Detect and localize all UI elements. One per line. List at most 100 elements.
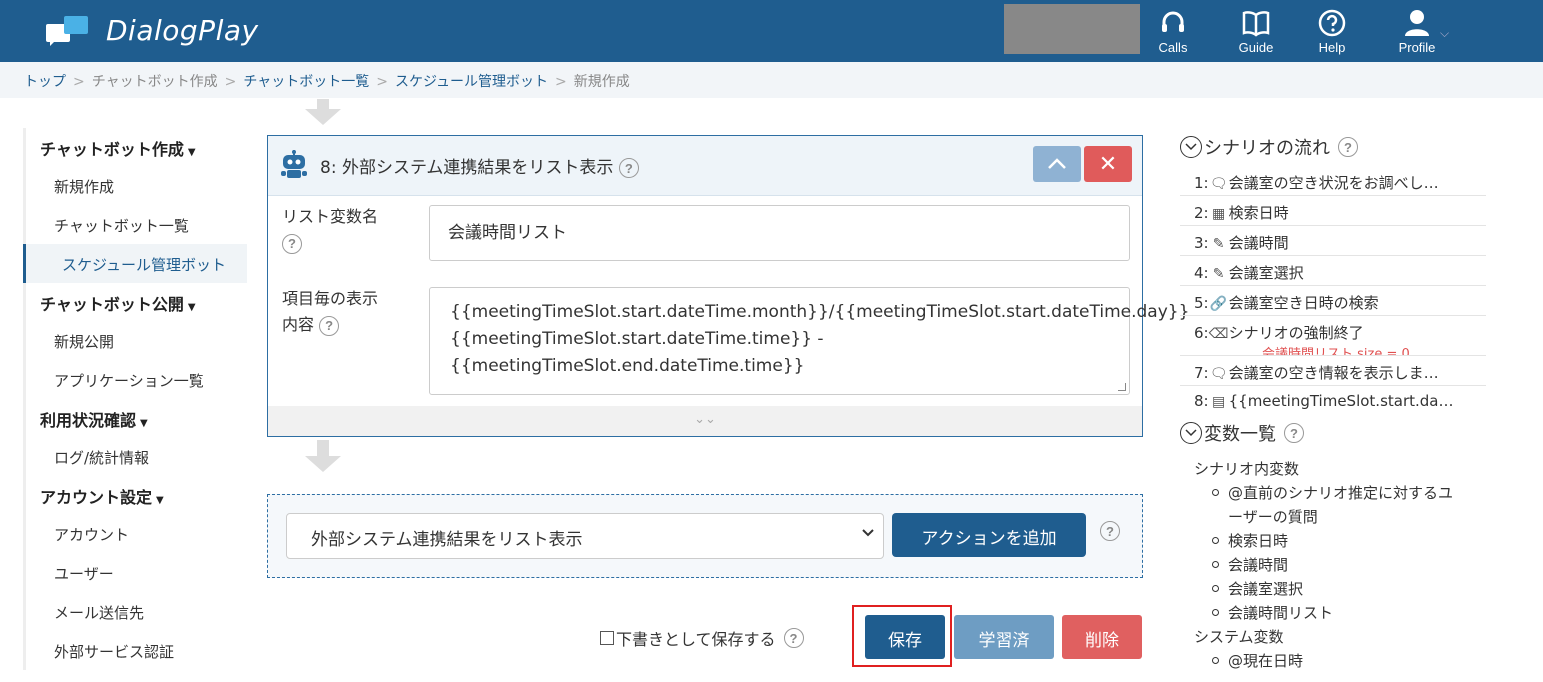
- calendar-icon: ▦: [1211, 206, 1226, 222]
- action-card-title: 8: 外部システム連携結果をリスト表示 ?: [320, 153, 639, 178]
- list-item[interactable]: 4: ✎ 会議室選択: [1180, 256, 1486, 286]
- help-icon[interactable]: ?: [618, 158, 639, 178]
- display-content-label: 項目毎の表示 内容 ?: [282, 289, 379, 336]
- scenario-flow-title[interactable]: シナリオの流れ ?: [1180, 132, 1490, 162]
- help-icon[interactable]: ?: [783, 628, 804, 648]
- add-action-button[interactable]: アクションを追加: [892, 513, 1086, 557]
- sidebar-item-mail[interactable]: メール送信先: [23, 592, 247, 631]
- choice-icon: ✎: [1212, 266, 1225, 282]
- sidebar-item-chatbot-list[interactable]: チャットボット一覧: [23, 205, 247, 244]
- list-item[interactable]: 1:🗨会議室の空き状況をお調べし…: [1180, 166, 1486, 196]
- chevron-up-icon: [1048, 158, 1066, 169]
- variables-list: シナリオ内変数 @直前のシナリオ推定に対するユ ーザーの質問 検索日時 会議時間…: [1180, 458, 1490, 674]
- sidebar-item-external-auth[interactable]: 外部サービス認証: [23, 631, 247, 670]
- chevron-down-icon: [861, 526, 875, 542]
- move-up-button[interactable]: [1033, 146, 1081, 182]
- sidebar-item-logs[interactable]: ログ/統計情報: [23, 437, 247, 476]
- list-item: 会議時間リスト: [1180, 602, 1490, 626]
- right-panel: シナリオの流れ ? 1:🗨会議室の空き状況をお調べし… 2: ▦ 検索日時 3: ✎ 会…: [1180, 132, 1490, 674]
- action-type-select[interactable]: 外部システム連携結果をリスト表示: [286, 513, 884, 559]
- list-item[interactable]: 5:🔗会議室空き日時の検索: [1180, 286, 1486, 316]
- delete-button[interactable]: 削除: [1062, 615, 1142, 659]
- draft-label: 下書きとして保存する: [616, 630, 776, 649]
- list-item: 検索日時: [1180, 530, 1490, 554]
- sidebar-item-app-list[interactable]: アプリケーション一覧: [23, 360, 247, 399]
- list-item[interactable]: 3: ✎ 会議時間: [1180, 226, 1486, 256]
- caret-down-icon: ▼: [156, 495, 164, 506]
- link-icon: 🔗: [1209, 296, 1228, 312]
- caret-down-icon: ▼: [187, 302, 196, 313]
- sidebar-item-account[interactable]: アカウント: [23, 514, 247, 553]
- flow-arrow-icon: [305, 99, 341, 133]
- list-item: 会議室選択: [1180, 578, 1490, 602]
- sidebar-section-account[interactable]: アカウント設定 ▼: [23, 476, 247, 514]
- list-item[interactable]: 7:🗨会議室の空き情報を表示しま…: [1180, 356, 1486, 386]
- logo-icon[interactable]: [46, 14, 90, 48]
- choice-icon: ✎: [1212, 236, 1225, 252]
- save-as-draft[interactable]: 下書きとして保存する ?: [600, 626, 804, 650]
- variables-title[interactable]: 変数一覧 ?: [1180, 418, 1490, 448]
- speech-bubble-icon: 🗨: [1209, 366, 1228, 382]
- display-content-textarea[interactable]: {{meetingTimeSlot.start.dateTime.month}}…: [429, 287, 1189, 395]
- sidebar-section-chatbot-create[interactable]: チャットボット作成 ▼: [23, 128, 247, 166]
- sidebar-section-chatbot-publish[interactable]: チャットボット公開 ▼: [23, 283, 247, 321]
- draft-checkbox[interactable]: [600, 631, 614, 645]
- action-card-header: 8: 外部システム連携結果をリスト表示 ? ✕: [268, 136, 1142, 196]
- list-icon: ▤: [1211, 394, 1226, 410]
- help-icon[interactable]: ?: [1284, 423, 1304, 443]
- list-item-continued: ーザーの質問: [1228, 508, 1318, 526]
- system-vars-label: システム変数: [1194, 628, 1284, 646]
- sidebar: チャットボット作成 ▼ 新規作成 チャットボット一覧 スケジュール管理ボット チャ…: [23, 128, 247, 670]
- expand-card-button[interactable]: ⌄⌄: [268, 406, 1142, 436]
- nav-help-label: Help: [1318, 40, 1346, 55]
- brand-name[interactable]: DialogPlay: [106, 14, 259, 47]
- action-card: 8: 外部システム連携結果をリスト表示 ? ✕ リスト変数名? 会議時間リスト …: [267, 135, 1189, 437]
- learned-button[interactable]: 学習済: [954, 615, 1054, 659]
- list-item[interactable]: 8: ▤ {{meetingTimeSlot.start.da…: [1180, 386, 1486, 416]
- help-icon[interactable]: ?: [282, 233, 302, 254]
- robot-icon: [280, 150, 308, 180]
- book-icon: [1221, 8, 1291, 38]
- sidebar-section-usage[interactable]: 利用状況確認 ▼: [23, 399, 247, 437]
- list-item[interactable]: 6:⌫シナリオの強制終了 会議時間リスト.size = 0: [1180, 316, 1486, 356]
- breadcrumb-schedule-bot[interactable]: スケジュール管理ボット: [395, 71, 548, 91]
- exit-icon: ⌫: [1208, 326, 1229, 342]
- scenario-vars-label: シナリオ内変数: [1194, 460, 1300, 478]
- chevron-down-circle-icon: [1180, 422, 1202, 444]
- list-item[interactable]: 2: ▦ 検索日時: [1180, 196, 1486, 226]
- list-item: 会議時間: [1180, 554, 1490, 578]
- list-var-label: リスト変数名?: [282, 204, 378, 256]
- account-name-box: [1004, 4, 1140, 54]
- nav-guide-label: Guide: [1238, 40, 1274, 55]
- double-chevron-down-icon: ⌄⌄: [694, 412, 716, 427]
- nav-profile-label: Profile: [1398, 40, 1436, 55]
- sidebar-item-new[interactable]: 新規作成: [23, 166, 247, 205]
- breadcrumb-chatbot-list[interactable]: チャットボット一覧: [243, 71, 369, 91]
- list-item: @現在日時: [1180, 650, 1490, 674]
- save-button[interactable]: 保存: [865, 615, 945, 659]
- flow-condition: 会議時間リスト.size = 0: [1262, 347, 1410, 356]
- sidebar-item-users[interactable]: ユーザー: [23, 553, 247, 592]
- sidebar-item-new-publish[interactable]: 新規公開: [23, 321, 247, 360]
- help-icon[interactable]: ?: [1338, 137, 1358, 157]
- scenario-flow-list: 1:🗨会議室の空き状況をお調べし… 2: ▦ 検索日時 3: ✎ 会議時間 4: ✎ 会議室…: [1180, 166, 1486, 416]
- caret-down-icon: ▼: [187, 147, 196, 158]
- help-icon[interactable]: ?: [1100, 521, 1120, 541]
- remove-action-button[interactable]: ✕: [1084, 146, 1132, 182]
- breadcrumb-new: 新規作成: [573, 74, 630, 90]
- nav-guide[interactable]: Guide: [1221, 8, 1291, 58]
- caret-down-icon: ▼: [140, 418, 148, 429]
- nav-calls[interactable]: Calls: [1138, 8, 1208, 58]
- headset-icon: [1138, 8, 1208, 38]
- chevron-down-icon[interactable]: ⌵: [1440, 26, 1449, 41]
- speech-bubble-icon: 🗨: [1209, 176, 1228, 192]
- breadcrumb-chatbot-create: チャットボット作成: [91, 74, 218, 90]
- resize-handle-icon[interactable]: [1118, 383, 1126, 391]
- list-var-input[interactable]: 会議時間リスト: [429, 205, 1130, 261]
- flow-arrow-icon: [305, 440, 341, 474]
- nav-help[interactable]: Help: [1297, 8, 1367, 58]
- help-icon[interactable]: ?: [319, 315, 340, 336]
- breadcrumb-top[interactable]: トップ: [24, 71, 66, 91]
- sidebar-item-schedule-bot[interactable]: スケジュール管理ボット: [23, 244, 247, 283]
- chevron-down-circle-icon: [1180, 136, 1202, 158]
